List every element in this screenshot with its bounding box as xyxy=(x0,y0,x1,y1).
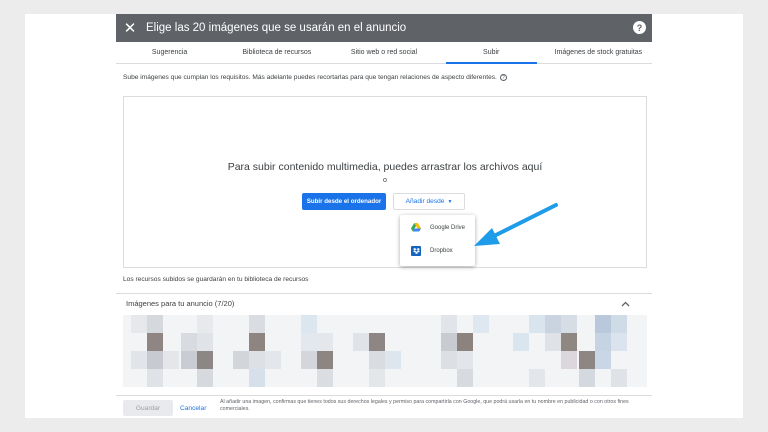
annotation-arrow-icon xyxy=(474,203,558,246)
